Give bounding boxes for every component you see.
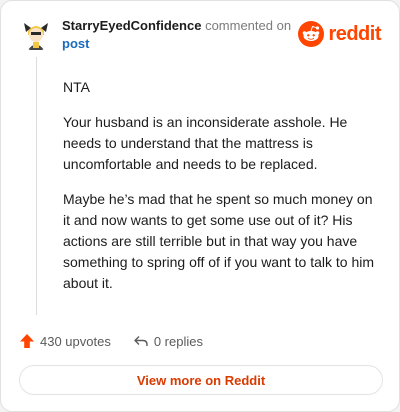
user-avatar[interactable] [19, 17, 53, 51]
comment-meta: StarryEyedConfidence commented on post [62, 17, 312, 53]
reddit-logo[interactable]: reddit [298, 21, 381, 47]
comment-header: StarryEyedConfidence commented on post r… [19, 15, 383, 55]
view-more-button[interactable]: View more on Reddit [19, 365, 383, 395]
thread-line [36, 57, 37, 315]
upvotes-stat[interactable]: 430 upvotes [19, 333, 111, 349]
reply-arrow-icon [134, 336, 148, 346]
brand-wordmark: reddit [328, 23, 381, 45]
upvotes-label: 430 upvotes [40, 333, 111, 349]
comment-paragraph: NTA [63, 79, 90, 95]
action-text: commented on [205, 18, 292, 33]
username-link[interactable]: StarryEyedConfidence [62, 18, 201, 33]
upvote-arrow-icon [20, 334, 34, 348]
comment-paragraph: Your husband is an inconsiderate asshole… [63, 114, 348, 172]
comment-card: StarryEyedConfidence commented on post r… [0, 0, 400, 412]
comment-paragraph: Maybe he’s mad that he spent so much mon… [63, 191, 375, 291]
comment-body: NTA Your husband is an inconsiderate ass… [63, 77, 381, 308]
reddit-snoo-icon [298, 21, 325, 47]
post-link[interactable]: post [62, 35, 312, 53]
replies-stat[interactable]: 0 replies [133, 333, 203, 349]
comment-stats: 430 upvotes 0 replies [19, 331, 203, 351]
replies-label: 0 replies [153, 333, 203, 349]
